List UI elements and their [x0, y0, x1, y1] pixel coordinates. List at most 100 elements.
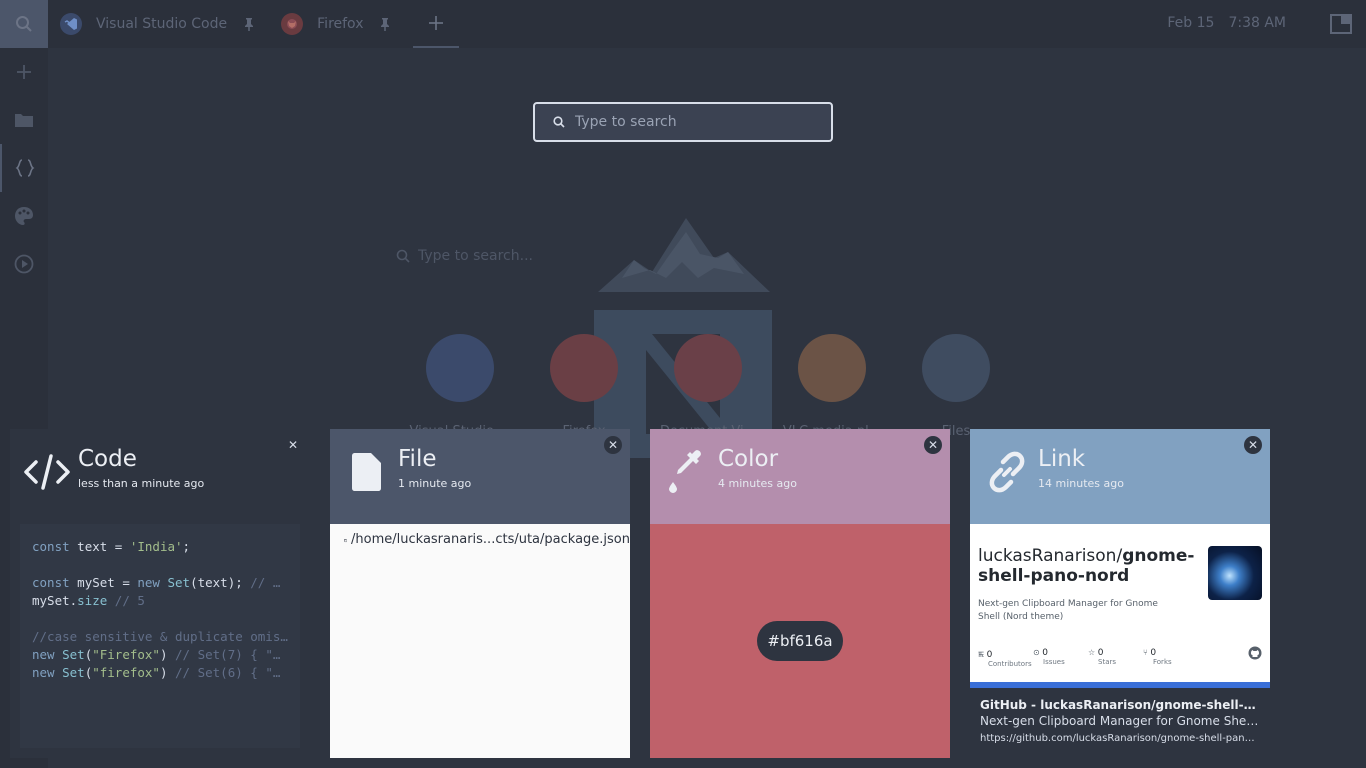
folder-icon	[15, 114, 33, 127]
vscode-icon	[60, 13, 82, 35]
card-title: Link	[1038, 446, 1086, 472]
search-icon	[16, 16, 32, 32]
code-preview: const text = 'India'; const mySet = new …	[20, 524, 300, 748]
window-toggle-button[interactable]	[1330, 14, 1352, 38]
tab-firefox[interactable]: Firefox	[269, 0, 405, 48]
window-icon	[1330, 14, 1352, 34]
code-line: mySet.size // 5	[32, 593, 145, 608]
background-search: Type to search...	[396, 248, 533, 264]
repo-avatar	[1208, 546, 1262, 600]
clip-item-file[interactable]: File 1 minute ago ✕ /home/luckasranaris.…	[330, 429, 630, 758]
clip-item-color[interactable]: Color 4 minutes ago ✕ #bf616a	[650, 429, 950, 758]
pin-icon[interactable]	[379, 17, 391, 31]
card-header: Link 14 minutes ago ✕	[970, 429, 1270, 524]
file-icon	[342, 447, 392, 497]
file-path: /home/luckasranaris...cts/uta/package.js…	[351, 532, 630, 547]
github-icon	[1248, 646, 1262, 660]
background-app-vscode: Visual Studio ...	[398, 322, 522, 439]
clock: Feb 15 7:38 AM	[1153, 15, 1286, 31]
stat-stars: ☆ 0 Stars	[1088, 648, 1117, 666]
people-icon: ꯃ	[978, 650, 985, 659]
search-field[interactable]	[533, 102, 833, 142]
pin-icon[interactable]	[243, 17, 255, 31]
link-url[interactable]: https://github.com/luckasRanarison/gnome…	[980, 733, 1260, 744]
play-circle-icon	[14, 254, 34, 274]
card-header: Code less than a minute ago ✕	[10, 429, 310, 524]
issue-icon: ⊙	[1033, 648, 1040, 657]
repo-description: Next-gen Clipboard Manager for Gnome She…	[978, 599, 1158, 622]
search-icon	[553, 116, 565, 128]
card-body: const text = 'India'; const mySet = new …	[10, 524, 310, 758]
link-page-description: Next-gen Clipboard Manager for Gnome She…	[980, 714, 1260, 728]
background-app-files: Files	[894, 322, 1018, 439]
tab-label: Firefox	[317, 16, 364, 32]
background-app-vlc: VLC media pl...	[770, 322, 894, 439]
sidebar-item-media[interactable]	[0, 240, 48, 288]
card-title: Color	[718, 446, 779, 472]
card-title: File	[398, 446, 437, 472]
card-header: Color 4 minutes ago ✕	[650, 429, 950, 524]
close-button[interactable]: ✕	[284, 436, 302, 454]
close-icon: ✕	[1247, 438, 1259, 452]
clip-item-link[interactable]: Link 14 minutes ago ✕ luckasRanarison/gn…	[970, 429, 1270, 758]
search-icon	[396, 249, 410, 263]
stat-contributors: ꯃ 0 Contributors	[978, 650, 1032, 668]
sidebar-item-add[interactable]	[0, 48, 48, 96]
close-icon: ✕	[607, 438, 619, 452]
card-timestamp: 14 minutes ago	[1038, 477, 1124, 490]
braces-icon	[15, 159, 35, 177]
code-line: //case sensitive & duplicate omis…	[32, 629, 288, 644]
date-label: Feb 15	[1167, 15, 1215, 31]
close-button[interactable]: ✕	[604, 436, 622, 454]
firefox-icon	[281, 13, 304, 35]
close-icon: ✕	[927, 438, 939, 452]
plus-icon	[429, 16, 444, 30]
link-page-title: GitHub - luckasRanarison/gnome-shell-pan…	[980, 698, 1260, 712]
copy-icon	[344, 539, 347, 543]
card-timestamp: 4 minutes ago	[718, 477, 797, 490]
background-app-firefox: Firefox	[522, 322, 646, 439]
plus-icon	[17, 65, 31, 79]
color-picker-icon	[662, 447, 712, 497]
code-icon	[22, 447, 72, 497]
tab-vscode[interactable]: Visual Studio Code	[48, 0, 269, 48]
code-line: const text = 'India';	[32, 539, 191, 554]
background-app-document-viewer: Document Vi...	[646, 322, 770, 439]
background-search-placeholder: Type to search...	[418, 248, 533, 264]
sidebar-item-code[interactable]	[0, 144, 48, 192]
stat-issues: ⊙ 0 Issues	[1033, 648, 1065, 666]
card-timestamp: less than a minute ago	[78, 477, 205, 490]
fork-icon: ⑂	[1143, 648, 1148, 657]
card-header: File 1 minute ago ✕	[330, 429, 630, 524]
new-tab-button[interactable]	[413, 0, 460, 48]
repo-title: luckasRanarison/gnome-shell-pano-nord	[978, 546, 1195, 586]
close-button[interactable]: ✕	[1244, 436, 1262, 454]
search-button[interactable]	[0, 0, 48, 48]
clip-item-code[interactable]: Code less than a minute ago ✕ const text…	[10, 429, 310, 758]
sidebar-item-files[interactable]	[0, 96, 48, 144]
code-line: new Set("firefox") // Set(6) { "…	[32, 665, 281, 680]
background-app-grid: Visual Studio ... Firefox Document Vi...…	[398, 322, 1018, 439]
card-title: Code	[78, 446, 137, 472]
time-label: 7:38 AM	[1228, 15, 1286, 31]
sidebar-item-colors[interactable]	[0, 192, 48, 240]
link-preview-image: luckasRanarison/gnome-shell-pano-nord Ne…	[970, 524, 1270, 688]
code-line: const mySet = new Set(text); // …	[32, 575, 281, 590]
card-body: /home/luckasranaris...cts/uta/package.js…	[330, 524, 630, 758]
top-bar: Visual Studio Code Firefox Feb 15 7:38 AM	[0, 0, 1366, 48]
repo-stats: ꯃ 0 Contributors ⊙ 0 Issues ☆ 0 Stars ⑂ 0 Fo…	[978, 648, 1198, 668]
color-hex-label: #bf616a	[757, 621, 843, 661]
close-icon: ✕	[287, 438, 299, 452]
card-timestamp: 1 minute ago	[398, 477, 472, 490]
link-icon	[982, 447, 1032, 497]
link-meta: GitHub - luckasRanarison/gnome-shell-pa n…	[970, 688, 1270, 744]
code-line: new Set("Firefox") // Set(7) { "…	[32, 647, 281, 662]
stat-forks: ⑂ 0 Forks	[1143, 648, 1172, 666]
search-input[interactable]	[575, 114, 815, 130]
color-swatch: #bf616a	[650, 524, 950, 758]
card-body: luckasRanarison/gnome-shell-pano-nord Ne…	[970, 524, 1270, 758]
close-button[interactable]: ✕	[924, 436, 942, 454]
palette-icon	[15, 207, 33, 225]
tab-label: Visual Studio Code	[96, 16, 228, 32]
star-icon: ☆	[1088, 648, 1096, 657]
